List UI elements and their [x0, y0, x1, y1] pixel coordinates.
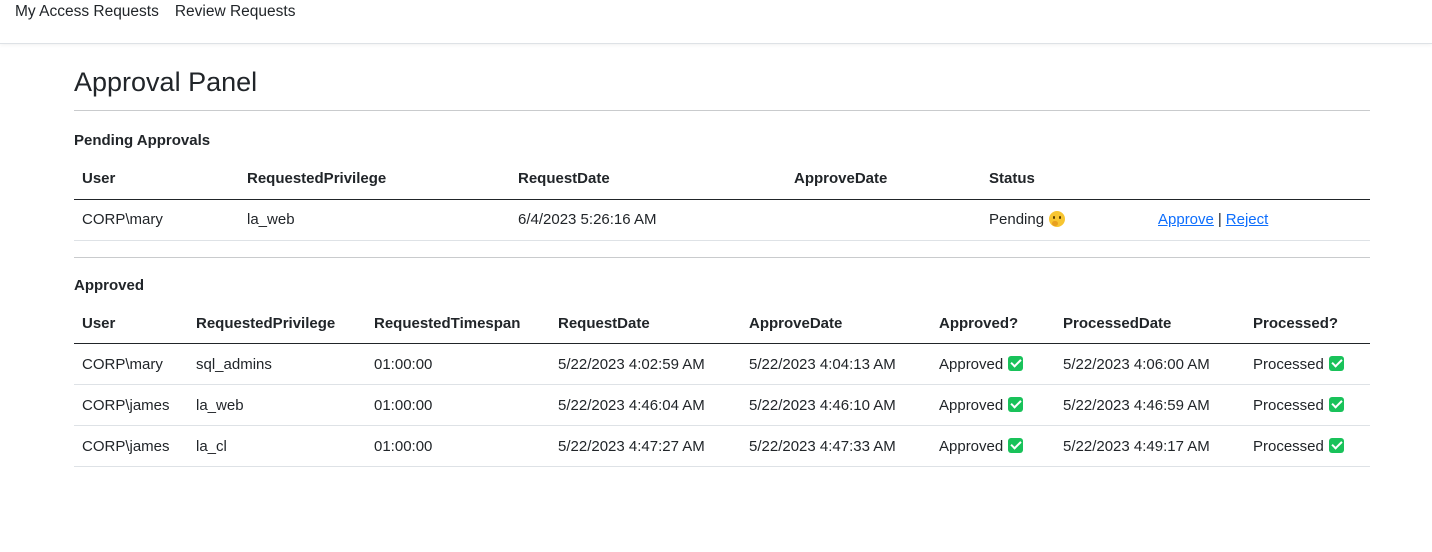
- column-header-status: Status: [981, 159, 1150, 200]
- approved-heading: Approved: [74, 276, 145, 294]
- column-header-processed: Processed?: [1245, 303, 1370, 344]
- thinking-face-icon: [1049, 211, 1066, 227]
- cell-request-date: 5/22/2023 4:02:59 AM: [550, 343, 741, 385]
- top-navbar: My Access Requests Review Requests: [0, 0, 1432, 44]
- column-header-user: User: [74, 159, 239, 200]
- approved-text: Approved: [939, 437, 1004, 455]
- cell-timespan: 01:00:00: [366, 425, 550, 467]
- cell-processed: Processed: [1245, 384, 1370, 426]
- column-header-approved: Approved?: [931, 303, 1055, 344]
- cell-timespan: 01:00:00: [366, 384, 550, 426]
- processed-text: Processed: [1253, 437, 1324, 455]
- check-mark-icon: [1008, 396, 1024, 412]
- nav-review-requests[interactable]: Review Requests: [175, 3, 296, 21]
- check-mark-icon: [1008, 355, 1024, 371]
- check-mark-icon: [1328, 437, 1344, 453]
- reject-link[interactable]: Reject: [1226, 211, 1269, 228]
- cell-privilege: la_web: [239, 199, 510, 241]
- approved-text: Approved: [939, 396, 1004, 414]
- page-title: Approval Panel: [74, 67, 258, 97]
- status-text: Pending: [989, 211, 1045, 228]
- cell-user: CORP\mary: [74, 199, 239, 241]
- cell-approve-date: 5/22/2023 4:47:33 AM: [741, 425, 931, 467]
- column-header-requested-privilege: RequestedPrivilege: [188, 303, 366, 344]
- cell-processed: Processed: [1245, 343, 1370, 385]
- cell-actions: Approve | Reject: [1150, 199, 1370, 241]
- cell-processed-date: 5/22/2023 4:49:17 AM: [1055, 425, 1245, 467]
- cell-privilege: sql_admins: [188, 343, 366, 385]
- main-content: Approval Panel Pending Approvals User Re…: [74, 44, 1370, 467]
- column-header-user: User: [74, 303, 188, 344]
- check-mark-icon: [1328, 355, 1344, 371]
- cell-approved: Approved: [931, 343, 1055, 385]
- cell-processed-date: 5/22/2023 4:46:59 AM: [1055, 384, 1245, 426]
- check-mark-icon: [1328, 396, 1344, 412]
- column-header-approve-date: ApproveDate: [741, 303, 931, 344]
- cell-user: CORP\james: [74, 425, 188, 467]
- column-header-approve-date: ApproveDate: [786, 159, 981, 200]
- cell-processed-date: 5/22/2023 4:06:00 AM: [1055, 343, 1245, 385]
- cell-user: CORP\james: [74, 384, 188, 426]
- table-row: CORP\mary sql_admins 01:00:00 5/22/2023 …: [74, 343, 1370, 385]
- cell-privilege: la_web: [188, 384, 366, 426]
- column-header-actions: [1150, 159, 1370, 200]
- cell-processed: Processed: [1245, 425, 1370, 467]
- action-separator: |: [1217, 211, 1222, 228]
- cell-approve-date: 5/22/2023 4:04:13 AM: [741, 343, 931, 385]
- table-header-row: User RequestedPrivilege RequestDate Appr…: [74, 159, 1370, 200]
- column-header-processed-date: ProcessedDate: [1055, 303, 1245, 344]
- cell-request-date: 5/22/2023 4:47:27 AM: [550, 425, 741, 467]
- cell-timespan: 01:00:00: [366, 343, 550, 385]
- column-header-request-date: RequestDate: [550, 303, 741, 344]
- processed-text: Processed: [1253, 355, 1324, 373]
- approved-table: User RequestedPrivilege RequestedTimespa…: [74, 303, 1370, 467]
- pending-approvals-table: User RequestedPrivilege RequestDate Appr…: [74, 159, 1370, 241]
- table-row: CORP\mary la_web 6/4/2023 5:26:16 AM Pen…: [74, 199, 1370, 241]
- column-header-requested-privilege: RequestedPrivilege: [239, 159, 510, 200]
- processed-text: Processed: [1253, 396, 1324, 414]
- approved-text: Approved: [939, 355, 1004, 373]
- cell-status: Pending: [981, 199, 1150, 241]
- table-row: CORP\james la_cl 01:00:00 5/22/2023 4:47…: [74, 425, 1370, 467]
- cell-user: CORP\mary: [74, 343, 188, 385]
- cell-approved: Approved: [931, 425, 1055, 467]
- check-mark-icon: [1008, 437, 1024, 453]
- cell-request-date: 5/22/2023 4:46:04 AM: [550, 384, 741, 426]
- nav-my-access-requests[interactable]: My Access Requests: [15, 3, 159, 21]
- table-row: CORP\james la_web 01:00:00 5/22/2023 4:4…: [74, 384, 1370, 426]
- table-header-row: User RequestedPrivilege RequestedTimespa…: [74, 303, 1370, 344]
- pending-approvals-heading: Pending Approvals: [74, 132, 211, 149]
- column-header-request-date: RequestDate: [510, 159, 786, 200]
- cell-approved: Approved: [931, 384, 1055, 426]
- cell-request-date: 6/4/2023 5:26:16 AM: [510, 199, 786, 241]
- cell-approve-date: [786, 199, 981, 241]
- cell-approve-date: 5/22/2023 4:46:10 AM: [741, 384, 931, 426]
- column-header-requested-timespan: RequestedTimespan: [366, 303, 550, 344]
- approve-link[interactable]: Approve: [1158, 211, 1214, 228]
- cell-privilege: la_cl: [188, 425, 366, 467]
